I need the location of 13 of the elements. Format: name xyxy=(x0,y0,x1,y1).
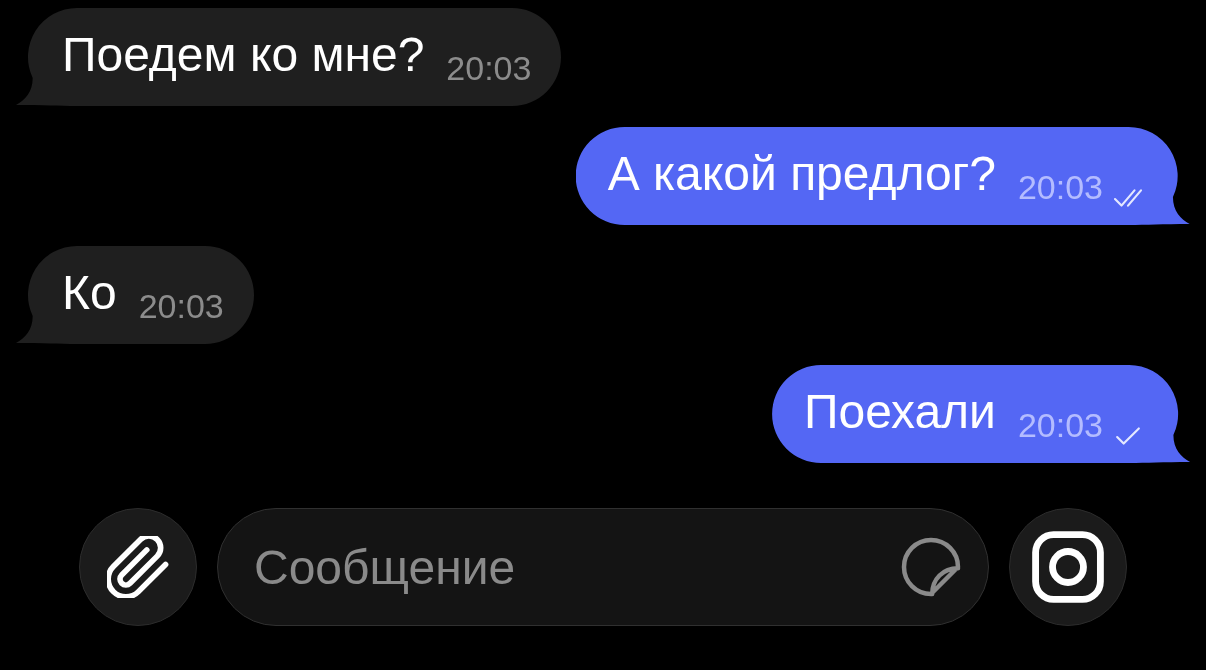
message-time: 20:03 xyxy=(446,48,532,89)
message-time: 20:03 xyxy=(1017,167,1103,208)
camera-icon xyxy=(1032,531,1104,603)
message-time: 20:03 xyxy=(138,286,224,327)
message-text: Ко xyxy=(62,265,117,321)
paperclip-icon xyxy=(107,536,169,598)
message-text: Поедем ко мне? xyxy=(62,27,425,83)
message-text: А какой предлог? xyxy=(607,146,996,202)
sticker-icon xyxy=(901,537,961,597)
message-time: 20:03 xyxy=(1017,405,1103,446)
sticker-button[interactable] xyxy=(901,537,961,597)
message-text: Поехали xyxy=(804,384,996,440)
message-input[interactable]: Сообщение xyxy=(217,508,989,626)
